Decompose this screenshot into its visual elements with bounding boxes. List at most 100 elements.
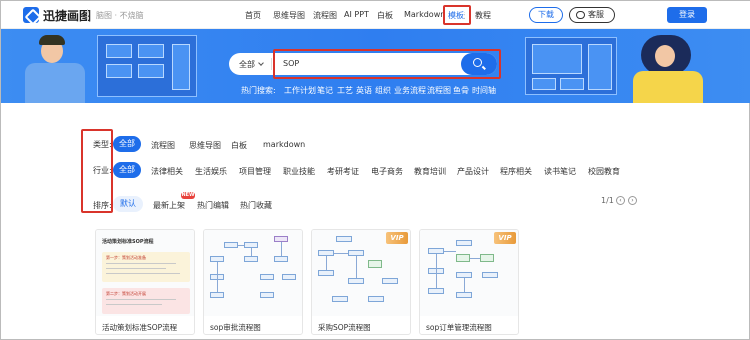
hot-tag[interactable]: 笔记: [317, 85, 333, 96]
sort-chip-newest[interactable]: 最新上架: [153, 200, 185, 211]
nav-mindmap[interactable]: 思维导图: [273, 10, 305, 21]
flow-node: [318, 270, 334, 276]
board-tile: [138, 64, 164, 78]
flow-edge: [281, 242, 282, 256]
app-logo-icon[interactable]: [23, 7, 39, 23]
flow-edge: [334, 253, 348, 254]
flow-decision: [368, 260, 382, 268]
industry-chip[interactable]: 校园教育: [588, 166, 620, 177]
type-chip-all[interactable]: 全部: [113, 136, 141, 152]
nav-markdown[interactable]: Markdown: [404, 10, 445, 19]
board-tile: [588, 44, 612, 90]
person-illustration-hair: [39, 35, 65, 45]
flow-node: [282, 274, 296, 280]
type-chip[interactable]: 流程图: [151, 140, 175, 151]
flow-edge: [356, 256, 357, 278]
flow-edge: [251, 248, 252, 256]
search-category-select[interactable]: 全部: [239, 59, 255, 70]
board-tile: [560, 78, 584, 90]
flow-node: [274, 256, 288, 262]
hot-tag[interactable]: 鱼骨: [453, 85, 469, 96]
sort-chip-hot-edit[interactable]: 热门编辑: [197, 200, 229, 211]
person-illustration-body: [25, 63, 85, 103]
industry-chip[interactable]: 职业技能: [283, 166, 315, 177]
hero-banner: 全部 SOP 热门搜索: 工作计划 笔记 工艺 英语 组织 业务流程 流程图 鱼…: [1, 29, 750, 103]
doc-thumb-line: [106, 304, 162, 305]
template-title[interactable]: sop审批流程图: [210, 322, 261, 333]
dashboard-board-left: [97, 35, 197, 97]
template-card[interactable]: sop审批流程图: [203, 229, 303, 335]
industry-chip[interactable]: 项目管理: [239, 166, 271, 177]
hot-tag[interactable]: 工作计划: [284, 85, 316, 96]
search-divider: [271, 58, 272, 70]
board-wave-panel: [532, 44, 582, 74]
hot-tag[interactable]: 业务流程: [394, 85, 426, 96]
industry-chip[interactable]: 考研考证: [327, 166, 359, 177]
template-card[interactable]: 活动策划标准SOP流程 第一步：策划活动准备 第二步：策划活动开展 活动策划标准…: [95, 229, 195, 335]
chevron-down-icon[interactable]: [258, 60, 264, 66]
template-thumbnail: [204, 230, 302, 316]
download-button[interactable]: 下载: [529, 7, 563, 23]
template-title[interactable]: 采购SOP流程图: [318, 322, 371, 333]
industry-chip[interactable]: 产品设计: [457, 166, 489, 177]
flow-edge: [464, 278, 465, 292]
hot-tag[interactable]: 工艺: [337, 85, 353, 96]
nav-flowchart[interactable]: 流程图: [313, 10, 337, 21]
doc-thumb-title: 活动策划标准SOP流程: [102, 239, 154, 245]
template-title[interactable]: 活动策划标准SOP流程: [102, 322, 177, 333]
dashboard-board-right: [525, 37, 617, 95]
flow-node: [210, 292, 224, 298]
help-button[interactable]: 客服: [569, 7, 615, 23]
doc-thumb-line: [106, 299, 176, 300]
headset-icon: [576, 11, 585, 19]
template-title[interactable]: sop订单管理流程图: [426, 322, 492, 333]
flow-edge: [470, 258, 480, 259]
doc-thumb-section-title: 第二步：策划活动开展: [106, 291, 146, 296]
board-tile: [138, 44, 164, 58]
hot-tag[interactable]: 时间轴: [472, 85, 496, 96]
board-tile: [532, 78, 556, 90]
industry-filter-label: 行业:: [93, 166, 112, 175]
doc-thumb-section: 第二步：策划活动开展: [102, 288, 190, 314]
type-filter-label: 类型:: [93, 140, 112, 149]
sort-filter-label: 排序:: [93, 201, 112, 210]
nav-tutorial[interactable]: 教程: [475, 10, 491, 21]
nav-ai-ppt[interactable]: AI PPT: [344, 10, 369, 19]
industry-chip[interactable]: 生活娱乐: [195, 166, 227, 177]
industry-chip[interactable]: 读书笔记: [544, 166, 576, 177]
type-chip[interactable]: markdown: [263, 140, 305, 149]
help-label: 客服: [588, 10, 604, 19]
hot-tag[interactable]: 组织: [375, 85, 391, 96]
person2-illustration-body: [633, 71, 703, 103]
industry-chip[interactable]: 电子商务: [371, 166, 403, 177]
flow-node: [260, 292, 274, 298]
brand-name[interactable]: 迅捷画图: [43, 7, 91, 24]
prev-page-button[interactable]: ‹: [616, 196, 625, 205]
flow-edge: [444, 251, 456, 252]
hot-tag[interactable]: 英语: [356, 85, 372, 96]
industry-chip[interactable]: 程序相关: [500, 166, 532, 177]
flow-node: [382, 278, 398, 284]
board-tile: [106, 64, 132, 78]
nav-whiteboard[interactable]: 白板: [377, 10, 393, 21]
nav-home[interactable]: 首页: [245, 10, 261, 21]
nav-template-highlight: [443, 5, 471, 25]
hot-tag[interactable]: 流程图: [427, 85, 451, 96]
board-tile: [106, 44, 132, 58]
template-card[interactable]: VIP sop订单管理流程图: [419, 229, 519, 335]
template-card[interactable]: VIP 采购SOP流程图: [311, 229, 411, 335]
brand-divider: [87, 9, 88, 21]
industry-chip-all[interactable]: 全部: [113, 162, 141, 178]
sort-chip-default[interactable]: 默认: [113, 196, 143, 212]
login-button[interactable]: 登录: [667, 7, 707, 23]
industry-chip[interactable]: 法律相关: [151, 166, 183, 177]
flow-edge: [238, 245, 244, 246]
industry-chip[interactable]: 教育培训: [414, 166, 446, 177]
sort-chip-hot-fav[interactable]: 热门收藏: [240, 200, 272, 211]
type-chip[interactable]: 白板: [231, 140, 247, 151]
next-page-button[interactable]: ›: [628, 196, 637, 205]
type-chip[interactable]: 思维导图: [189, 140, 221, 151]
person2-illustration-face: [655, 45, 675, 67]
new-badge: NEW: [181, 192, 195, 199]
flow-decision: [456, 254, 470, 262]
